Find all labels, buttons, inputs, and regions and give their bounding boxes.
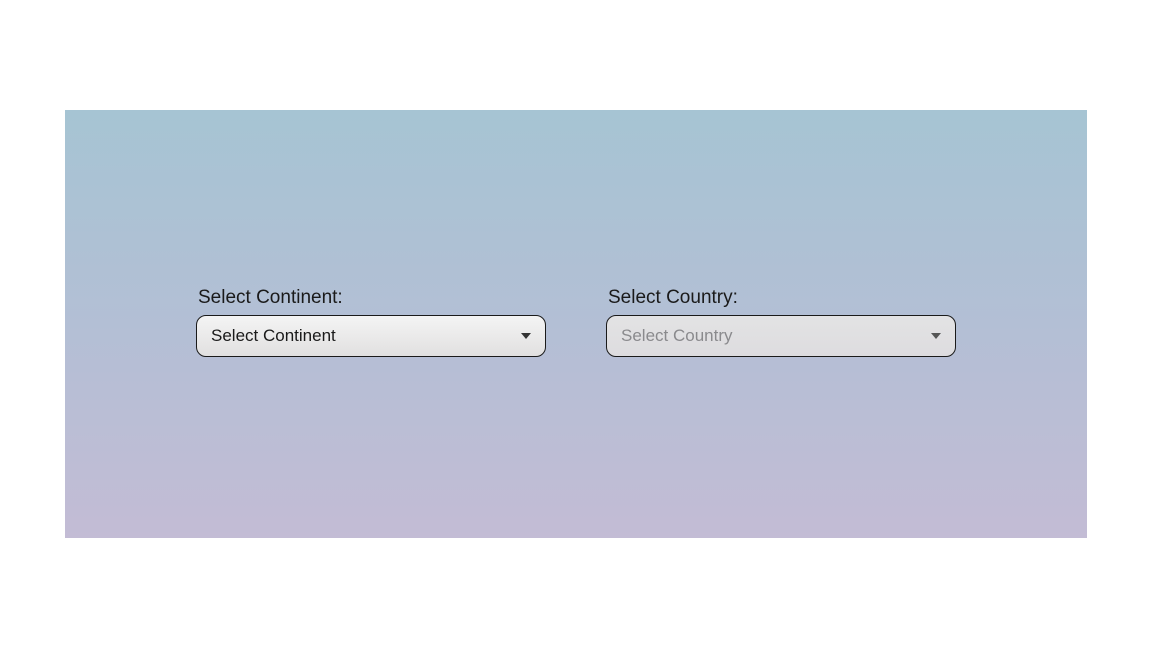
country-label: Select Country: — [606, 287, 956, 309]
gradient-panel: Select Continent: Select Continent Selec… — [65, 110, 1087, 538]
continent-select[interactable]: Select Continent — [196, 315, 546, 357]
form-row: Select Continent: Select Continent Selec… — [65, 287, 1087, 357]
continent-field: Select Continent: Select Continent — [196, 287, 546, 357]
continent-label: Select Continent: — [196, 287, 546, 309]
country-select[interactable]: Select Country — [606, 315, 956, 357]
country-select-value: Select Country — [621, 326, 931, 346]
chevron-down-icon — [521, 331, 531, 341]
continent-select-value: Select Continent — [211, 326, 521, 346]
chevron-down-icon — [931, 331, 941, 341]
country-field: Select Country: Select Country — [606, 287, 956, 357]
